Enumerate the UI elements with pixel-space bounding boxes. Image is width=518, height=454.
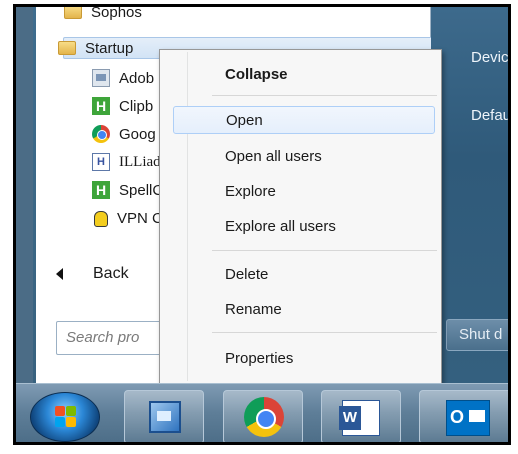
taskbar: W O bbox=[16, 383, 508, 442]
program-item-adobe[interactable]: Adob bbox=[92, 67, 154, 89]
outlook-icon: O bbox=[446, 400, 490, 436]
menu-item-explore[interactable]: Explore bbox=[173, 177, 435, 205]
program-label: VPN C bbox=[117, 209, 163, 227]
back-arrow-icon bbox=[56, 268, 63, 280]
menu-item-open[interactable]: Open bbox=[173, 106, 435, 134]
program-item-vpn[interactable]: VPN C bbox=[92, 207, 163, 229]
taskbar-outlook[interactable]: O bbox=[419, 390, 508, 442]
menu-separator bbox=[212, 332, 437, 333]
menu-separator bbox=[212, 95, 437, 96]
menu-item-collapse[interactable]: Collapse bbox=[173, 60, 435, 88]
vpn-lock-icon bbox=[92, 210, 108, 227]
taskbar-chrome[interactable] bbox=[223, 390, 303, 442]
program-item-illiad[interactable]: H ILLiad bbox=[92, 151, 161, 173]
taskbar-word[interactable]: W bbox=[321, 390, 401, 442]
devices-and-printers-link[interactable]: Device bbox=[471, 49, 508, 66]
program-label: Goog bbox=[119, 125, 156, 143]
back-label: Back bbox=[93, 265, 129, 282]
remote-desktop-icon bbox=[149, 401, 181, 433]
menu-item-properties[interactable]: Properties bbox=[173, 344, 435, 372]
default-programs-link[interactable]: Defaul bbox=[471, 107, 508, 124]
program-label: Startup bbox=[85, 39, 134, 57]
windows-flag-icon bbox=[55, 406, 77, 428]
taskbar-remote-desktop[interactable] bbox=[124, 390, 204, 442]
back-button[interactable]: Back bbox=[56, 265, 129, 283]
chrome-icon bbox=[92, 125, 110, 143]
program-label: Clipb bbox=[119, 97, 154, 115]
menu-item-open-all-users[interactable]: Open all users bbox=[173, 142, 435, 170]
folder-icon bbox=[58, 39, 76, 57]
program-item-clipboard[interactable]: H Clipb bbox=[92, 95, 153, 117]
program-label: Sophos bbox=[91, 4, 142, 21]
program-label: ILLiad bbox=[119, 153, 161, 170]
menu-separator bbox=[212, 250, 437, 251]
shutdown-button[interactable]: Shut d bbox=[446, 319, 508, 351]
chrome-icon bbox=[244, 397, 284, 437]
folder-icon bbox=[64, 7, 82, 21]
program-label: SpellC bbox=[119, 181, 164, 199]
word-icon: W bbox=[339, 400, 380, 436]
screenshot-frame: Sophos Startup Adob H Clipb Goog H ILLia… bbox=[13, 4, 511, 445]
program-folder-sophos[interactable]: Sophos bbox=[64, 4, 142, 23]
clipboard-h-icon: H bbox=[92, 97, 110, 115]
start-button[interactable] bbox=[30, 392, 100, 442]
program-item-google[interactable]: Goog bbox=[92, 123, 156, 145]
illiad-icon: H bbox=[92, 153, 110, 171]
menu-item-explore-all-users[interactable]: Explore all users bbox=[173, 212, 435, 240]
program-label: Adob bbox=[119, 69, 155, 87]
program-item-spellcheck[interactable]: H SpellC bbox=[92, 179, 163, 201]
adobe-reader-icon bbox=[92, 69, 110, 87]
menu-item-delete[interactable]: Delete bbox=[173, 260, 435, 288]
context-menu: Collapse Open Open all users Explore Exp… bbox=[159, 49, 442, 384]
spell-h-icon: H bbox=[92, 181, 110, 199]
menu-item-rename[interactable]: Rename bbox=[173, 295, 435, 323]
